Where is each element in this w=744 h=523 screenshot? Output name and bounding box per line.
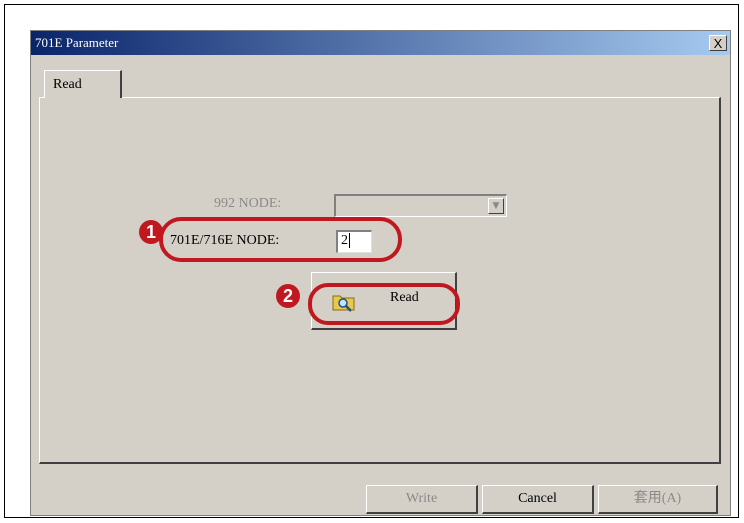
- close-button[interactable]: X: [709, 35, 727, 51]
- highlight-read-button: [308, 283, 460, 325]
- parameter-dialog: 701E Parameter X Read 992 NODE: ▼ 701E/7…: [30, 30, 731, 516]
- apply-button[interactable]: 套用(A): [598, 485, 718, 514]
- step-2-badge: 2: [276, 284, 300, 308]
- step-1-badge: 1: [139, 220, 163, 244]
- node-992-label: 992 NODE:: [214, 196, 282, 211]
- highlight-node-field: [159, 217, 402, 262]
- cancel-button[interactable]: Cancel: [482, 485, 594, 514]
- title-bar[interactable]: 701E Parameter X: [31, 31, 730, 55]
- close-icon: X: [713, 36, 723, 51]
- tab-read-label: Read: [53, 77, 82, 92]
- write-button[interactable]: Write: [366, 485, 478, 514]
- node-992-select[interactable]: ▼: [334, 194, 507, 217]
- tab-read[interactable]: Read: [44, 70, 122, 98]
- chevron-down-icon[interactable]: ▼: [488, 198, 504, 214]
- window-title: 701E Parameter: [35, 35, 119, 50]
